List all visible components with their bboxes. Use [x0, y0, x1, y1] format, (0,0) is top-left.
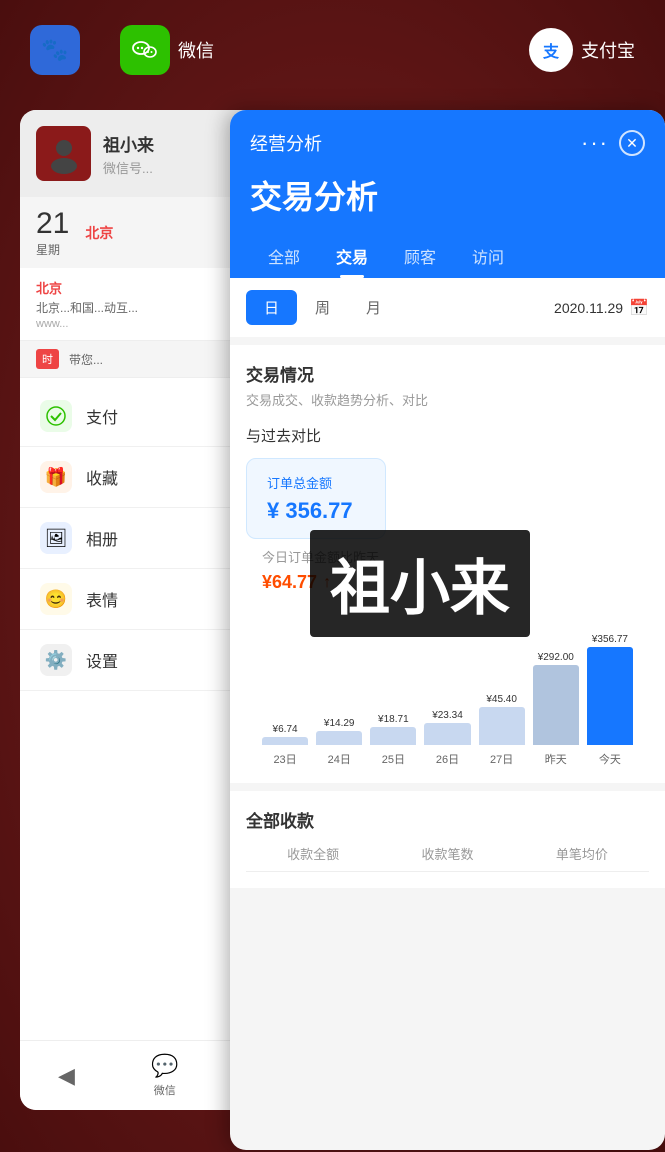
alipay-app-item[interactable]: 支 支付宝 [529, 28, 635, 72]
bar-27-label: ¥45.40 [486, 694, 517, 705]
transaction-subtitle: 交易成交、收款趋势分析、对比 [246, 390, 649, 409]
metric-card: 订单总金额 ¥ 356.77 [246, 458, 386, 539]
bar-yesterday: ¥292.00 [533, 652, 579, 745]
bar-24-label: ¥14.29 [324, 718, 355, 729]
bar-today-fill [587, 647, 633, 745]
emoji-icon: 😊 [40, 583, 72, 615]
wechat-date: 21 [36, 207, 69, 241]
period-selector: 日 周 月 2020.11.29 📅 [230, 278, 665, 337]
trending-text: 带您... [69, 351, 103, 368]
wechat-avatar [36, 126, 91, 181]
metric-value: ¥ 356.77 [267, 498, 365, 524]
wechat-settings-label: 设置 [86, 648, 118, 672]
bar-26: ¥23.34 [424, 710, 470, 745]
bar-date-25: 25日 [370, 751, 416, 767]
bar-today-label: ¥356.77 [592, 634, 628, 645]
income-section: 全部收款 收款全额 收款笔数 单笔均价 [230, 791, 665, 888]
alipay-header-top: 经营分析 ··· ✕ [250, 130, 645, 156]
wechat-weekday: 星期 [36, 241, 69, 258]
alipay-header-actions: ··· ✕ [581, 130, 645, 156]
income-columns: 收款全额 收款笔数 单笔均价 [246, 844, 649, 872]
bar-date-26: 26日 [424, 751, 470, 767]
bar-yesterday-fill [533, 665, 579, 745]
income-title: 全部收款 [246, 807, 649, 832]
bar-25-fill [370, 727, 416, 745]
alipay-main-title: 交易分析 [250, 172, 645, 218]
wechat-label: 微信 [178, 37, 214, 63]
bar-25: ¥18.71 [370, 714, 416, 745]
tab-transaction[interactable]: 交易 [318, 234, 386, 278]
tab-all[interactable]: 全部 [250, 234, 318, 278]
bar-26-fill [424, 723, 470, 745]
alipay-title: 经营分析 [250, 130, 322, 156]
app-switcher-bar: 🐾 微信 支 支付宝 [0, 0, 665, 100]
wechat-nav-back[interactable]: ◀ [58, 1063, 75, 1089]
income-col-avg: 单笔均价 [515, 844, 649, 872]
wechat-nav-chats[interactable]: 💬 微信 [151, 1053, 178, 1098]
income-col-count: 收款笔数 [380, 844, 514, 872]
period-week-button[interactable]: 周 [297, 290, 348, 325]
period-month-button[interactable]: 月 [348, 290, 399, 325]
baidu-icon: 🐾 [30, 25, 80, 75]
bar-yesterday-label: ¥292.00 [538, 652, 574, 663]
collect-icon: 🎁 [40, 461, 72, 493]
period-date: 2020.11.29 📅 [554, 298, 649, 318]
alipay-header: 经营分析 ··· ✕ 交易分析 全部 交易 顾客 访问 [230, 110, 665, 278]
settings-icon: ⚙️ [40, 644, 72, 676]
bar-23-fill [262, 737, 308, 745]
bar-26-label: ¥23.34 [432, 710, 463, 721]
bar-24-fill [316, 731, 362, 745]
wechat-city: 北京 [85, 223, 113, 243]
wechat-album-label: 相册 [86, 526, 118, 550]
alipay-tabs: 全部 交易 顾客 访问 [250, 234, 645, 278]
compare-title: 与过去对比 [246, 425, 649, 446]
overlay-text: 祖小来 [310, 530, 530, 637]
metric-label: 订单总金额 [267, 473, 365, 492]
wechat-app-item[interactable]: 微信 [120, 25, 214, 75]
wechat-pay-label: 支付 [86, 404, 118, 428]
calendar-icon[interactable]: 📅 [629, 298, 649, 318]
alipay-more-button[interactable]: ··· [581, 130, 609, 156]
period-date-text: 2020.11.29 [554, 300, 623, 316]
wechat-nav-chats-label: 微信 [154, 1082, 176, 1098]
bar-date-yesterday: 昨天 [533, 751, 579, 767]
income-col-amount: 收款全额 [246, 844, 380, 872]
bar-date-23: 23日 [262, 751, 308, 767]
bar-25-label: ¥18.71 [378, 714, 409, 725]
bar-23: ¥6.74 [262, 724, 308, 745]
bar-date-27: 27日 [479, 751, 525, 767]
alipay-close-button[interactable]: ✕ [619, 130, 645, 156]
wechat-collect-label: 收藏 [86, 465, 118, 489]
bar-27-fill [479, 707, 525, 745]
tab-customer[interactable]: 顾客 [386, 234, 454, 278]
bar-date-labels: 23日 24日 25日 26日 27日 昨天 今天 [262, 751, 633, 767]
today-amount: ¥64.77 [262, 572, 317, 593]
alipay-label: 支付宝 [581, 37, 635, 63]
bar-24: ¥14.29 [316, 718, 362, 745]
tab-visit[interactable]: 访问 [454, 234, 522, 278]
back-icon: ◀ [58, 1063, 75, 1089]
bar-date-today: 今天 [587, 751, 633, 767]
album-icon: 🖼 [40, 522, 72, 554]
bars-container: ¥6.74 ¥14.29 ¥18.71 [262, 625, 633, 745]
bar-27: ¥45.40 [479, 694, 525, 745]
bar-date-24: 24日 [316, 751, 362, 767]
bar-23-label: ¥6.74 [273, 724, 298, 735]
baidu-app-item[interactable]: 🐾 [30, 25, 80, 75]
period-day-button[interactable]: 日 [246, 290, 297, 325]
chats-icon: 💬 [151, 1053, 178, 1079]
trending-badge: 时 [36, 349, 59, 369]
alipay-icon-img: 支 [529, 28, 573, 72]
bar-today: ¥356.77 [587, 634, 633, 745]
pay-icon [40, 400, 72, 432]
transaction-title: 交易情况 [246, 361, 649, 386]
wechat-emoji-label: 表情 [86, 587, 118, 611]
wechat-icon [120, 25, 170, 75]
